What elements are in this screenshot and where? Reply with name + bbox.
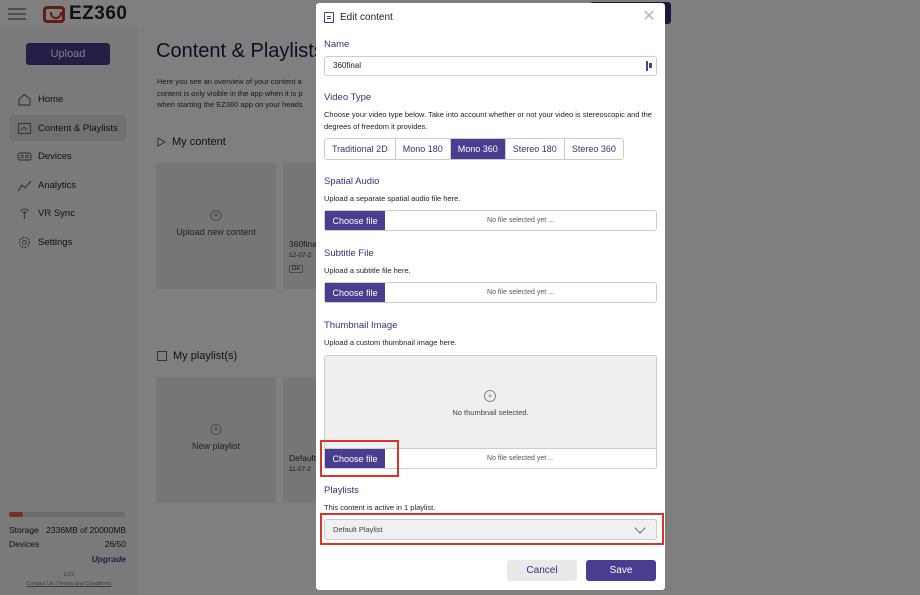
spatial-audio-label: Spatial Audio xyxy=(324,176,380,187)
playlists-label: Playlists xyxy=(324,485,359,496)
modal-title: Edit content xyxy=(324,12,393,23)
modal-title-text: Edit content xyxy=(340,12,393,23)
edit-content-modal: Edit content ✕ Name 360final Video Type … xyxy=(316,3,665,590)
video-type-mono-360[interactable]: Mono 360 xyxy=(450,139,506,159)
video-type-stereo-180[interactable]: Stereo 180 xyxy=(506,139,565,159)
name-label: Name xyxy=(324,39,350,50)
spatial-audio-file-input: Choose file No file selected yet ... xyxy=(324,210,657,231)
plus-icon: + xyxy=(484,390,496,402)
highlight-choose-file xyxy=(320,440,399,477)
subtitle-file-status: No file selected yet ... xyxy=(487,289,554,296)
video-type-mono-180[interactable]: Mono 180 xyxy=(396,139,451,159)
thumbnail-label: Thumbnail Image xyxy=(324,320,398,331)
name-input[interactable]: 360final xyxy=(324,56,657,76)
video-type-selector: Traditional 2D Mono 180 Mono 360 Stereo … xyxy=(324,138,624,160)
subtitle-label: Subtitle File xyxy=(324,248,374,259)
cancel-button[interactable]: Cancel xyxy=(507,560,577,581)
save-button[interactable]: Save xyxy=(586,560,656,581)
no-thumbnail-text: No thumbnail selected. xyxy=(452,408,529,417)
video-type-traditional-2d[interactable]: Traditional 2D xyxy=(325,139,396,159)
spatial-audio-description: Upload a separate spatial audio file her… xyxy=(324,194,461,203)
video-type-description: Choose your video type below. Take into … xyxy=(324,110,652,131)
name-input-value: 360final xyxy=(333,61,362,70)
thumbnail-file-status: No file selected yet ... xyxy=(487,455,554,462)
thumbnail-preview[interactable]: + No thumbnail selected. xyxy=(325,356,656,448)
subtitle-description: Upload a subtitle file here. xyxy=(324,266,411,275)
video-type-label: Video Type xyxy=(324,92,372,103)
input-helper-icon[interactable] xyxy=(646,61,653,71)
close-icon[interactable]: ✕ xyxy=(640,8,658,26)
video-type-stereo-360[interactable]: Stereo 360 xyxy=(565,139,623,159)
subtitle-file-input: Choose file No file selected yet ... xyxy=(324,282,657,303)
edit-content-icon xyxy=(324,12,334,23)
spatial-audio-file-status: No file selected yet ... xyxy=(487,217,554,224)
highlight-playlist-select xyxy=(320,513,664,545)
thumbnail-description: Upload a custom thumbnail image here. xyxy=(324,338,457,347)
subtitle-choose-file-button[interactable]: Choose file xyxy=(325,283,385,302)
spatial-audio-choose-file-button[interactable]: Choose file xyxy=(325,211,385,230)
